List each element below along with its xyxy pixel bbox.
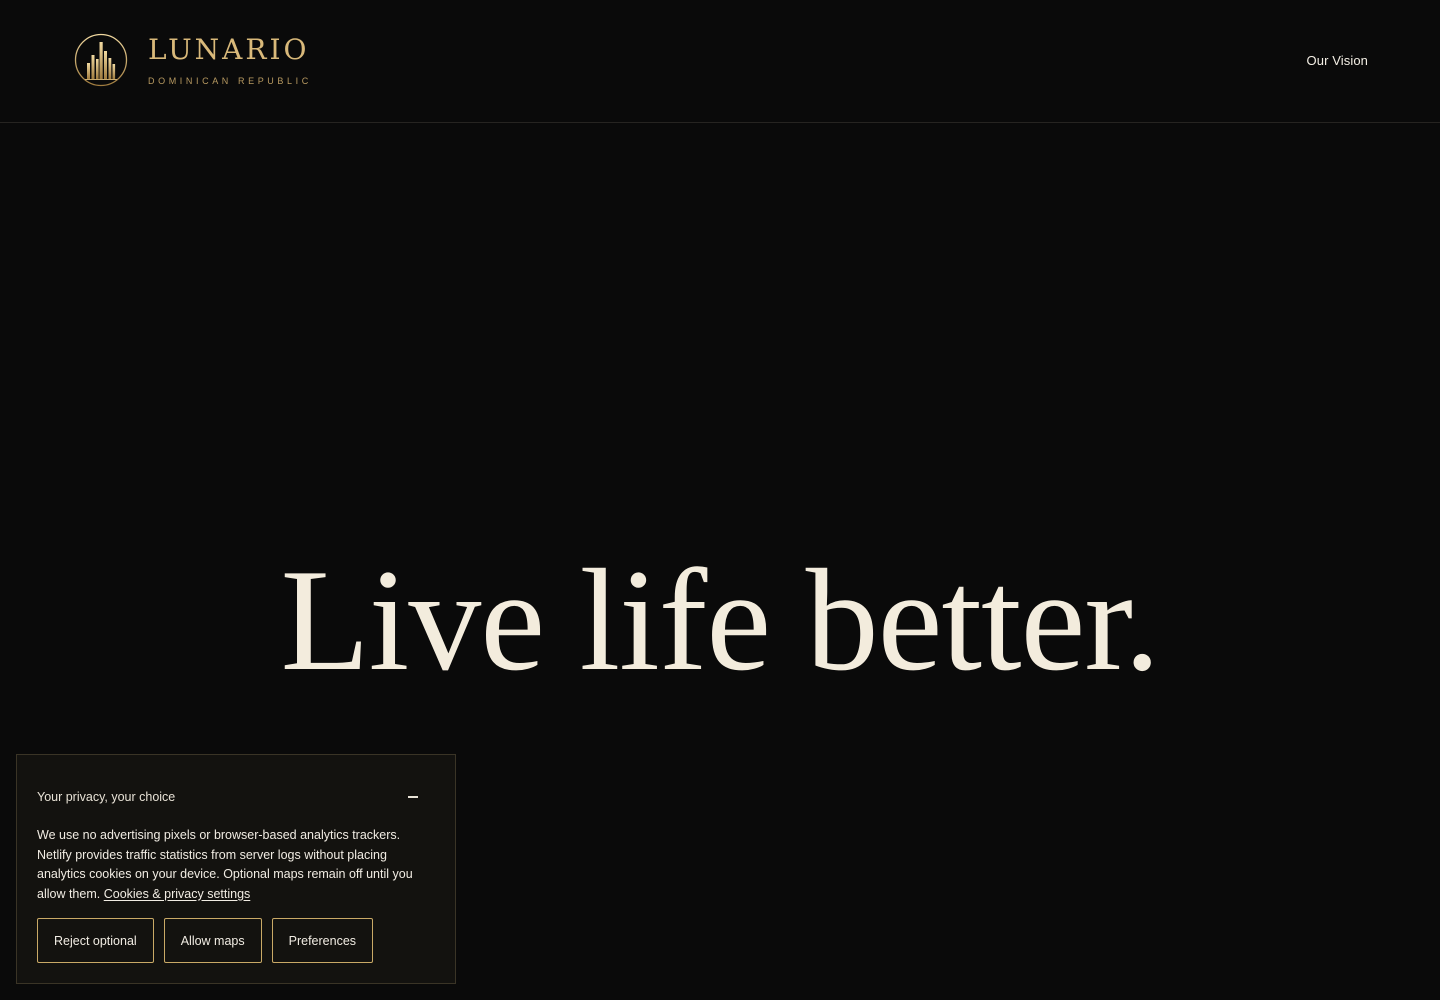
allow-maps-button[interactable]: Allow maps xyxy=(163,918,262,963)
consent-collapse-button[interactable] xyxy=(401,785,425,809)
privacy-consent-banner: Your privacy, your choice We use no adve… xyxy=(16,754,456,984)
preferences-button[interactable]: Preferences xyxy=(271,918,374,963)
city-skyline-emblem-icon xyxy=(74,33,128,87)
brand-name: LUNARIO xyxy=(148,33,310,66)
cookies-privacy-settings-link[interactable]: Cookies & privacy settings xyxy=(104,887,251,901)
consent-actions: Reject optional Allow maps Preferences xyxy=(37,918,374,963)
consent-body-text: We use no advertising pixels or browser-… xyxy=(37,826,437,904)
hero-headline: Live life better. xyxy=(280,539,1161,701)
site-header: LUNARIO DOMINICAN REPUBLIC Our Vision xyxy=(0,0,1440,123)
brand-logo-link[interactable]: LUNARIO DOMINICAN REPUBLIC xyxy=(74,33,312,87)
brand-subtitle: DOMINICAN REPUBLIC xyxy=(148,76,312,86)
consent-title: Your privacy, your choice xyxy=(37,790,176,804)
reject-optional-button[interactable]: Reject optional xyxy=(37,918,154,963)
minus-icon xyxy=(408,796,418,798)
nav-link-our-vision[interactable]: Our Vision xyxy=(1307,53,1368,69)
